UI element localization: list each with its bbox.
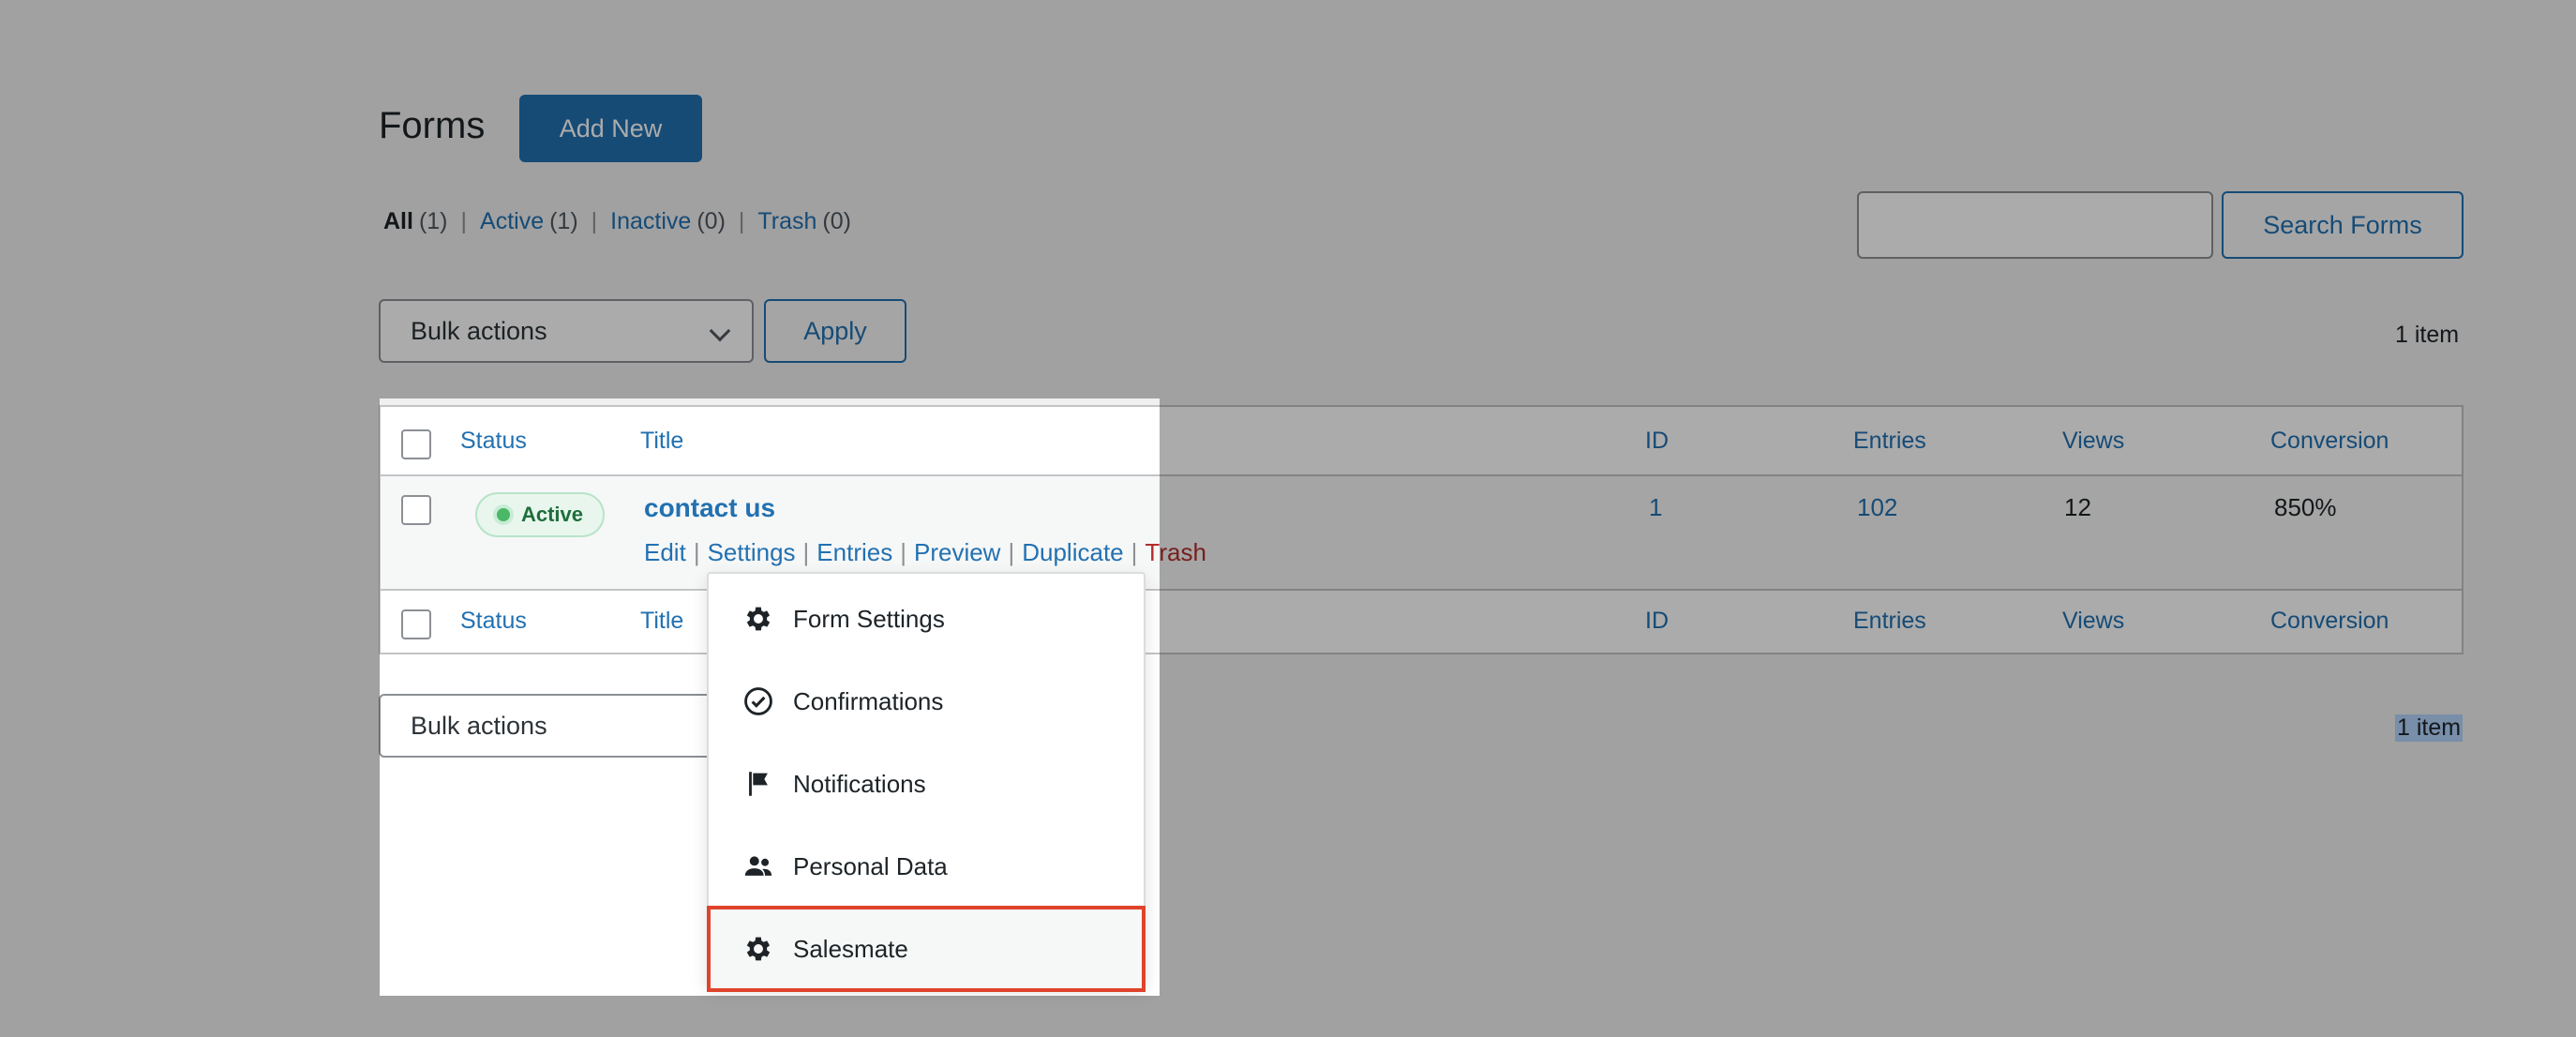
bulk-actions-select-bottom[interactable]: Bulk actions [379,694,754,758]
form-title-link[interactable]: contact us [644,493,775,523]
footer-column-status[interactable]: Status [460,608,527,635]
gear-icon [746,937,771,961]
row-actions: Edit | Settings | Entries | Preview | Duplicate |… [644,538,1206,566]
menu-item-confirmations[interactable]: Confirmations [709,660,1144,743]
action-preview[interactable]: Preview [914,538,1000,566]
footer-column-title[interactable]: Title [640,608,683,635]
settings-dropdown-menu: Form Settings Confirmations Notification… [707,572,1146,992]
row-checkbox[interactable] [401,495,431,525]
select-all-checkbox[interactable] [401,429,431,459]
action-duplicate[interactable]: Duplicate [1022,538,1123,566]
menu-item-personal-data[interactable]: Personal Data [709,825,1144,908]
column-status[interactable]: Status [460,428,527,455]
flag-icon [749,772,768,796]
action-edit[interactable]: Edit [644,538,686,566]
menu-item-salesmate[interactable]: Salesmate [707,906,1146,992]
check-circle-icon [744,687,772,715]
forms-page: Forms Add New All (1) | Active (1) | Inact… [0,0,2576,1037]
column-title[interactable]: Title [640,428,683,455]
status-badge: Active [475,492,605,537]
action-entries[interactable]: Entries [816,538,892,566]
menu-item-form-settings[interactable]: Form Settings [709,578,1144,660]
people-icon [744,856,772,876]
gear-icon [746,607,771,631]
action-settings[interactable]: Settings [708,538,796,566]
select-all-checkbox-footer[interactable] [401,609,431,639]
menu-item-notifications[interactable]: Notifications [709,743,1144,825]
